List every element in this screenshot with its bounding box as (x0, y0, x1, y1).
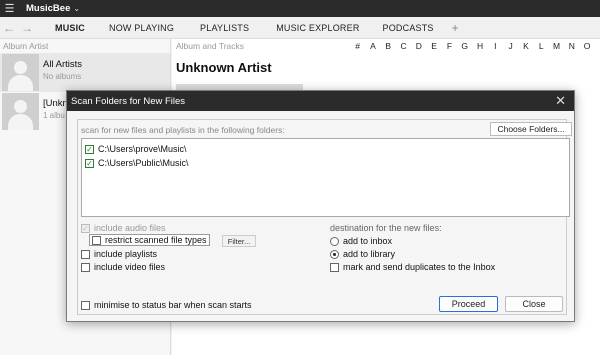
duplicates-option[interactable]: mark and send duplicates to the Inbox (330, 262, 495, 272)
scan-folders-label: scan for new files and playlists in the … (81, 125, 285, 135)
add-to-library-option[interactable]: add to library (330, 249, 395, 259)
folder-path: C:\Users\Public\Music\ (98, 158, 189, 168)
alpha-index-item[interactable]: A (365, 41, 380, 51)
artist-album-count: No albums (43, 72, 82, 81)
tab-podcasts[interactable]: PODCASTS (383, 17, 434, 39)
folder-list[interactable]: ✓ C:\Users\prove\Music\ ✓ C:\Users\Publi… (81, 138, 570, 217)
add-to-library-label: add to library (343, 249, 396, 259)
include-playlists-checkbox[interactable] (81, 249, 90, 259)
tab-now-playing[interactable]: NOW PLAYING (109, 17, 174, 39)
include-audio-label: include audio files (94, 223, 166, 233)
include-playlists-option[interactable]: include playlists (81, 249, 157, 259)
chevron-down-icon[interactable]: ⌄ (73, 4, 80, 13)
alpha-index-item[interactable]: F (442, 41, 457, 51)
minimise-label: minimise to status bar when scan starts (94, 300, 252, 310)
destination-label: destination for the new files: (330, 223, 442, 233)
folder-path: C:\Users\prove\Music\ (98, 144, 187, 154)
add-to-inbox-option[interactable]: add to inbox (330, 236, 392, 246)
folder-list-item[interactable]: ✓ C:\Users\prove\Music\ (85, 142, 566, 156)
dialog-title: Scan Folders for New Files (71, 95, 186, 107)
scan-folders-dialog: Scan Folders for New Files ✕ scan for ne… (66, 90, 575, 322)
restrict-types-option[interactable]: restrict scanned file types (89, 234, 210, 246)
choose-folders-button[interactable]: Choose Folders... (490, 122, 572, 136)
include-video-label: include video files (94, 262, 166, 272)
folder-list-item[interactable]: ✓ C:\Users\Public\Music\ (85, 156, 566, 170)
alphabet-index: # A B C D E F G H I J K L M N O (350, 41, 595, 51)
artist-heading: Unknown Artist (176, 60, 272, 75)
title-bar: ☰ MusicBee ⌄ (0, 0, 600, 17)
artist-row[interactable]: All Artists No albums (0, 53, 170, 92)
alpha-index-item[interactable]: M (549, 41, 564, 51)
include-video-checkbox[interactable] (81, 262, 90, 272)
restrict-types-label: restrict scanned file types (105, 235, 207, 245)
alpha-index-item[interactable]: D (411, 41, 426, 51)
duplicates-label: mark and send duplicates to the Inbox (343, 262, 496, 272)
tab-music-explorer[interactable]: MUSIC EXPLORER (276, 17, 359, 39)
alpha-index-item[interactable]: I (488, 41, 503, 51)
alpha-index-item[interactable]: O (579, 41, 594, 51)
forward-arrow-icon[interactable]: → (18, 17, 36, 39)
include-playlists-label: include playlists (94, 249, 158, 259)
tab-music[interactable]: MUSIC (55, 17, 85, 39)
alpha-index-item[interactable]: # (350, 41, 365, 51)
artist-pane-header[interactable]: Album Artist (0, 39, 170, 53)
restrict-types-checkbox[interactable] (92, 235, 101, 245)
app-name[interactable]: MusicBee (26, 3, 70, 14)
minimise-checkbox[interactable] (81, 300, 90, 310)
include-audio-checkbox: ✓ (81, 223, 90, 233)
folder-checkbox[interactable]: ✓ (85, 144, 94, 154)
tab-bar: ← → MUSIC NOW PLAYING PLAYLISTS MUSIC EX… (0, 17, 600, 39)
proceed-button[interactable]: Proceed (439, 296, 498, 312)
duplicates-checkbox[interactable] (330, 262, 339, 272)
alpha-index-item[interactable]: B (381, 41, 396, 51)
include-audio-option: ✓ include audio files (81, 223, 166, 233)
artist-name: All Artists (43, 59, 83, 70)
alpha-index-item[interactable]: H (472, 41, 487, 51)
dialog-content: scan for new files and playlists in the … (77, 119, 572, 315)
add-to-inbox-radio[interactable] (330, 236, 339, 246)
alpha-index-item[interactable]: L (534, 41, 549, 51)
add-to-library-radio[interactable] (330, 249, 339, 259)
add-to-inbox-label: add to inbox (343, 236, 393, 246)
artist-name: [Unkn (43, 98, 68, 109)
add-tab-icon[interactable]: + (452, 21, 459, 35)
artist-album-count: 1 albu (43, 111, 65, 120)
close-button[interactable]: Close (505, 296, 563, 312)
alpha-index-item[interactable]: N (564, 41, 579, 51)
tab-playlists[interactable]: PLAYLISTS (200, 17, 249, 39)
alpha-index-item[interactable]: C (396, 41, 411, 51)
filter-button[interactable]: Filter... (222, 235, 256, 247)
alpha-index-item[interactable]: K (518, 41, 533, 51)
hamburger-menu-icon[interactable]: ☰ (1, 0, 18, 17)
alpha-index-item[interactable]: G (457, 41, 472, 51)
back-arrow-icon[interactable]: ← (0, 17, 18, 39)
alpha-index-item[interactable]: J (503, 41, 518, 51)
folder-checkbox[interactable]: ✓ (85, 158, 94, 168)
album-tracks-header[interactable]: Album and Tracks (172, 41, 350, 51)
artist-avatar-icon (2, 54, 39, 91)
close-icon[interactable]: ✕ (555, 93, 566, 109)
alpha-index-item[interactable]: E (426, 41, 441, 51)
include-video-option[interactable]: include video files (81, 262, 165, 272)
minimise-option[interactable]: minimise to status bar when scan starts (81, 300, 252, 310)
dialog-title-bar: Scan Folders for New Files ✕ (67, 91, 574, 111)
artist-avatar-icon (2, 93, 39, 130)
